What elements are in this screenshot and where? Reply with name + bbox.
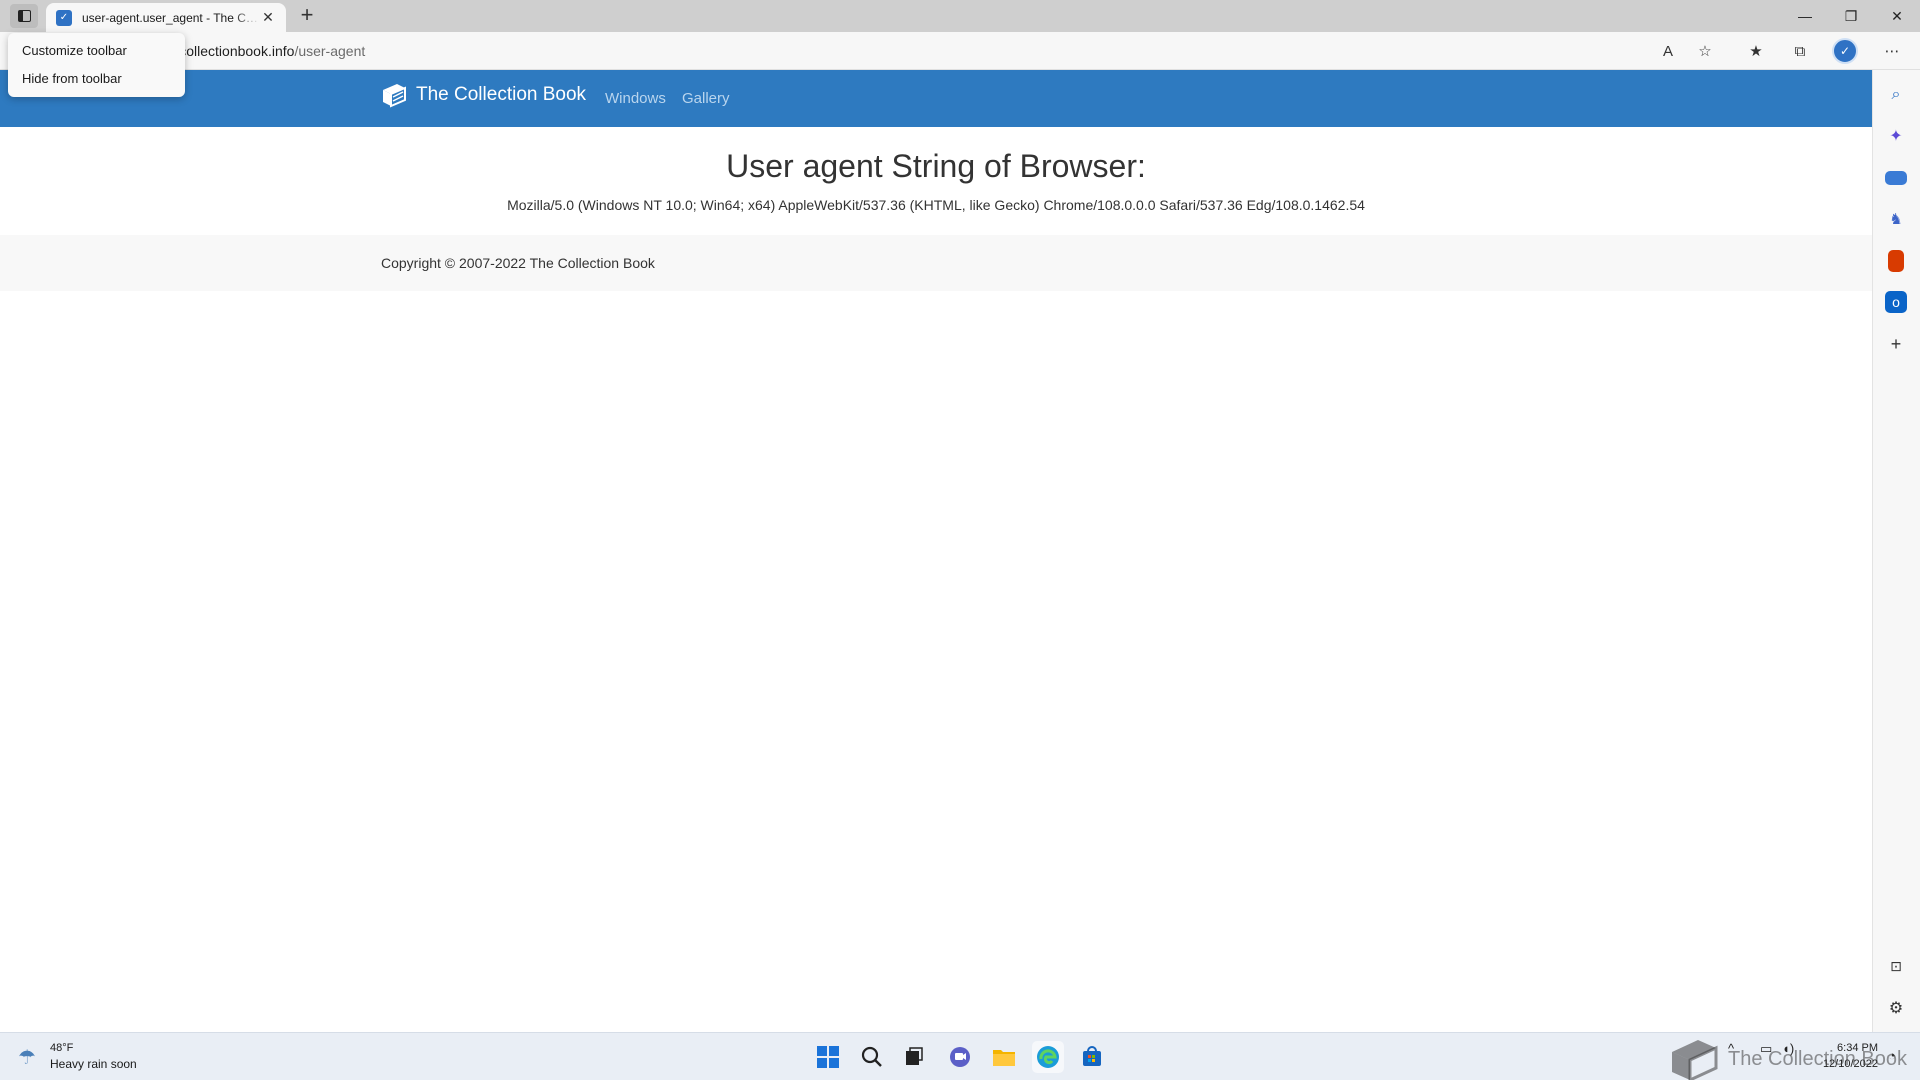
site-brand-name: The Collection Book: [416, 84, 587, 105]
browser-toolbar: //thecollectionbook.info/user-agent A ☆ …: [0, 32, 1920, 70]
tools-icon[interactable]: [1885, 171, 1907, 185]
store-icon[interactable]: [1076, 1041, 1108, 1073]
windows-taskbar: ☂ 48°F Heavy rain soon ^ ▭ ◖) 6:34 PM 12…: [0, 1032, 1920, 1080]
edge-sidebar: ⌕ ✦ ♞ o + ⊡ ⚙: [1872, 70, 1920, 1032]
taskbar-search-icon[interactable]: [856, 1041, 888, 1073]
user-agent-string: Mozilla/5.0 (Windows NT 10.0; Win64; x64…: [507, 197, 1365, 213]
sidebar-settings-icon[interactable]: ⚙: [1885, 997, 1907, 1019]
edge-browser-icon[interactable]: [1032, 1041, 1064, 1073]
menu-item-customize-toolbar[interactable]: Customize toolbar: [8, 37, 185, 65]
nav-link-gallery[interactable]: Gallery: [682, 90, 730, 107]
toolbar-context-menu: Customize toolbar Hide from toolbar: [8, 33, 185, 97]
add-sidebar-app-icon[interactable]: +: [1885, 333, 1907, 355]
favorites-icon[interactable]: ★: [1744, 40, 1768, 62]
copyright-text: Copyright © 2007-2022 The Collection Boo…: [381, 255, 655, 271]
weather-rain-icon[interactable]: ☂: [18, 1045, 44, 1069]
page-footer: Copyright © 2007-2022 The Collection Boo…: [0, 235, 1872, 291]
hide-sidebar-icon[interactable]: ⊡: [1885, 955, 1907, 977]
profile-avatar[interactable]: ✓: [1832, 38, 1858, 64]
new-tab-button[interactable]: +: [294, 4, 320, 28]
windows-logo-icon: [817, 1046, 839, 1068]
close-tab-icon[interactable]: ✕: [260, 9, 276, 26]
watermark: The Collection Book: [1668, 1036, 1907, 1080]
site-favicon-icon: ✓: [56, 9, 72, 26]
search-icon[interactable]: ⌕: [1885, 84, 1907, 106]
restore-icon[interactable]: ❐: [1828, 0, 1874, 32]
book-logo-icon: [383, 84, 406, 108]
nav-link-windows[interactable]: Windows: [605, 90, 666, 107]
weather-description[interactable]: Heavy rain soon: [50, 1057, 137, 1071]
tab-strip: ✓ user-agent.user_agent - The Collection…: [0, 0, 1920, 32]
file-explorer-icon[interactable]: [988, 1041, 1020, 1073]
close-window-icon[interactable]: ✕: [1874, 0, 1920, 32]
weather-temperature[interactable]: 48°F: [50, 1042, 73, 1054]
minimize-icon[interactable]: —: [1782, 0, 1828, 32]
read-aloud-icon[interactable]: A: [1656, 40, 1680, 62]
task-view-icon[interactable]: [898, 1041, 930, 1073]
site-brand-link[interactable]: The Collection Book: [380, 82, 586, 108]
tab-actions-icon: [17, 10, 31, 22]
url-path: /user-agent: [294, 43, 366, 59]
teams-chat-icon[interactable]: [944, 1041, 976, 1073]
menu-item-hide-from-toolbar[interactable]: Hide from toolbar: [8, 65, 185, 93]
watermark-text: The Collection Book: [1728, 1047, 1907, 1070]
add-favorite-icon[interactable]: ☆: [1693, 40, 1717, 62]
tab-actions-button[interactable]: [10, 4, 38, 28]
browser-tab[interactable]: ✓ user-agent.user_agent - The Collection…: [46, 3, 286, 32]
address-bar[interactable]: //thecollectionbook.info/user-agent: [150, 36, 1690, 66]
page-heading: User agent String of Browser:: [726, 148, 1146, 184]
outlook-icon[interactable]: o: [1885, 291, 1907, 313]
watermark-book-icon: [1672, 1040, 1718, 1080]
collections-icon[interactable]: ⧉: [1788, 40, 1812, 62]
start-button[interactable]: [812, 1041, 844, 1073]
office-icon[interactable]: [1888, 250, 1904, 272]
more-options-icon[interactable]: ⋯: [1880, 40, 1904, 62]
tab-title: user-agent.user_agent - The Collection B…: [82, 10, 260, 25]
site-header: The Collection Book Windows Gallery: [0, 70, 1872, 127]
discover-icon[interactable]: ✦: [1885, 125, 1907, 147]
games-icon[interactable]: ♞: [1885, 208, 1907, 230]
